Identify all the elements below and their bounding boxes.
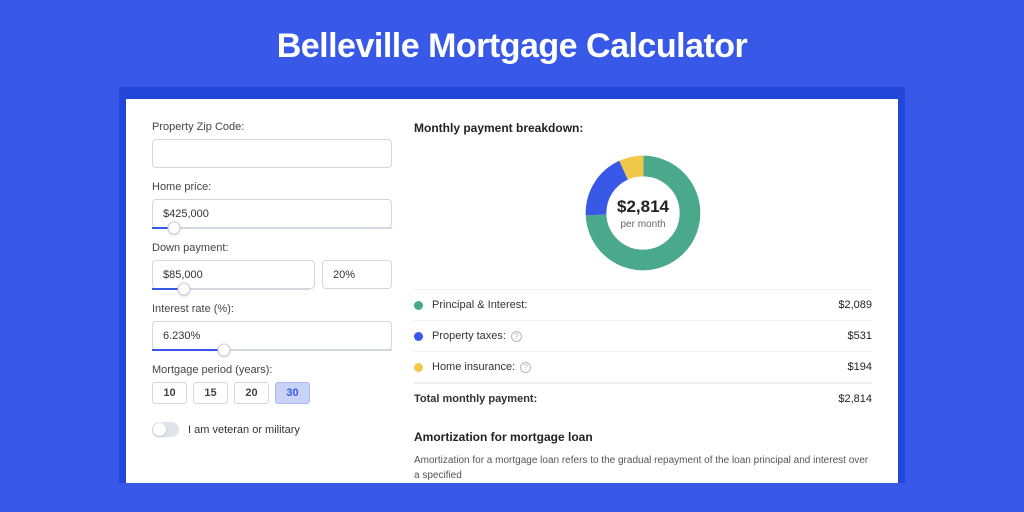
breakdown-label: Property taxes:? (432, 330, 848, 342)
results-column: Monthly payment breakdown: $2,814 per mo… (414, 121, 872, 483)
down-payment-field: Down payment: (152, 242, 392, 290)
breakdown-label: Principal & Interest: (432, 299, 838, 311)
down-payment-slider[interactable] (152, 288, 310, 290)
veteran-row: I am veteran or military (152, 422, 392, 437)
breakdown-row: Property taxes:?$531 (414, 320, 872, 351)
legend-dot (414, 332, 423, 341)
total-row: Total monthly payment: $2,814 (414, 383, 872, 414)
zip-label: Property Zip Code: (152, 121, 392, 133)
donut-sub: per month (620, 219, 665, 230)
info-icon[interactable]: ? (511, 331, 522, 342)
home-price-slider[interactable] (152, 227, 392, 229)
total-label: Total monthly payment: (414, 393, 838, 405)
amortization-section: Amortization for mortgage loan Amortizat… (414, 430, 872, 483)
home-price-field: Home price: (152, 181, 392, 229)
breakdown-label: Home insurance:? (432, 361, 848, 373)
interest-rate-input[interactable] (152, 321, 392, 350)
total-value: $2,814 (838, 393, 872, 405)
down-payment-label: Down payment: (152, 242, 392, 254)
veteran-toggle[interactable] (152, 422, 179, 437)
period-option-30[interactable]: 30 (275, 382, 310, 404)
down-payment-input[interactable] (152, 260, 315, 289)
donut-chart-wrap: $2,814 per month (414, 145, 872, 289)
input-column: Property Zip Code: Home price: Down paym… (152, 121, 392, 483)
interest-rate-slider[interactable] (152, 349, 392, 351)
down-payment-slider-handle[interactable] (177, 283, 190, 296)
period-option-20[interactable]: 20 (234, 382, 269, 404)
donut-amount: $2,814 (617, 197, 669, 217)
amortization-title: Amortization for mortgage loan (414, 430, 872, 444)
interest-rate-slider-handle[interactable] (218, 344, 231, 357)
interest-rate-label: Interest rate (%): (152, 303, 392, 315)
period-field: Mortgage period (years): 10 15 20 30 (152, 364, 392, 404)
content-band: Property Zip Code: Home price: Down paym… (119, 87, 905, 483)
zip-field: Property Zip Code: (152, 121, 392, 168)
amortization-text: Amortization for a mortgage loan refers … (414, 453, 872, 483)
breakdown-value: $194 (848, 361, 872, 373)
down-payment-percent-input[interactable] (322, 260, 392, 289)
breakdown-value: $2,089 (838, 299, 872, 311)
breakdown-row: Principal & Interest:$2,089 (414, 289, 872, 320)
toggle-knob (153, 423, 166, 436)
period-label: Mortgage period (years): (152, 364, 392, 376)
breakdown-value: $531 (848, 330, 872, 342)
zip-input[interactable] (152, 139, 392, 168)
breakdown-row: Home insurance:?$194 (414, 351, 872, 383)
legend-dot (414, 301, 423, 310)
page-title: Belleville Mortgage Calculator (0, 0, 1024, 87)
home-price-input[interactable] (152, 199, 392, 228)
calculator-card: Property Zip Code: Home price: Down paym… (126, 99, 898, 483)
breakdown-title: Monthly payment breakdown: (414, 121, 872, 135)
home-price-slider-handle[interactable] (167, 222, 180, 235)
veteran-label: I am veteran or military (188, 424, 300, 436)
donut-chart: $2,814 per month (581, 151, 705, 275)
period-option-15[interactable]: 15 (193, 382, 228, 404)
info-icon[interactable]: ? (520, 362, 531, 373)
period-option-10[interactable]: 10 (152, 382, 187, 404)
legend-dot (414, 363, 423, 372)
interest-rate-field: Interest rate (%): (152, 303, 392, 351)
home-price-label: Home price: (152, 181, 392, 193)
